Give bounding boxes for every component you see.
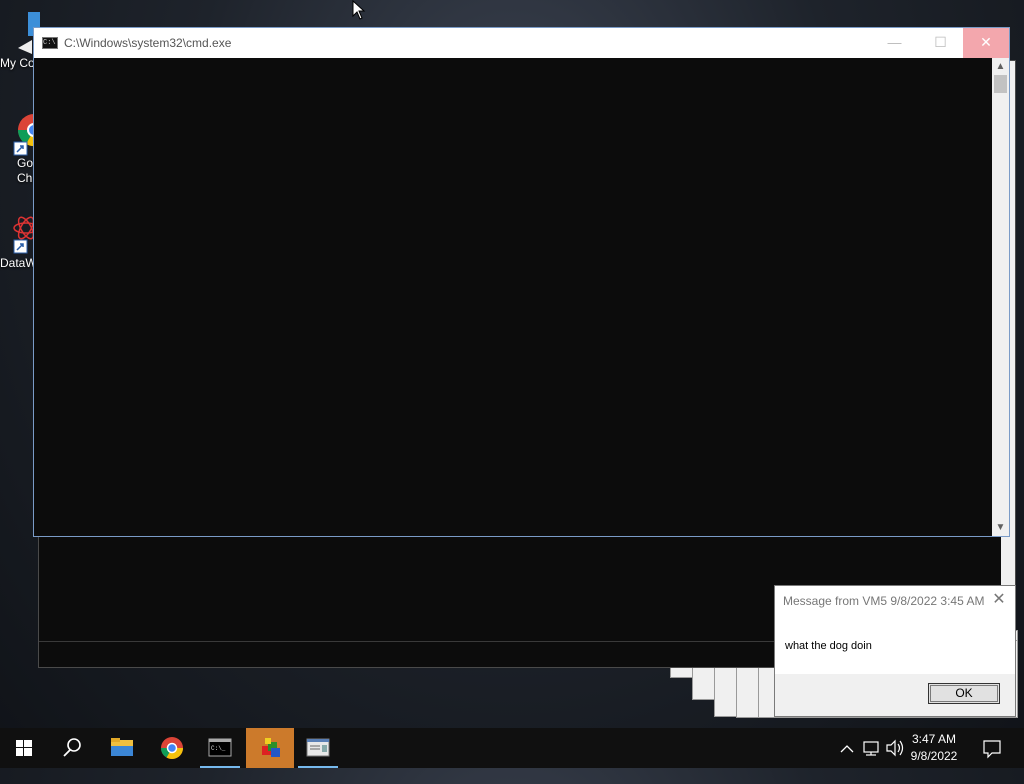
chrome-taskbar-button[interactable] (148, 728, 196, 768)
notification-icon (983, 740, 1001, 759)
file-explorer-icon (111, 738, 133, 756)
cmd-icon: C:\_ (208, 738, 232, 757)
close-button[interactable]: ✕ (963, 28, 1009, 58)
scroll-thumb[interactable] (994, 75, 1007, 93)
cmd-icon: C:\ (42, 37, 58, 49)
message-text: what the dog doin (785, 640, 872, 652)
clock[interactable]: 3:47 AM 9/8/2022 (904, 731, 964, 765)
network-icon (863, 741, 879, 756)
mouse-cursor-icon (352, 0, 366, 20)
taskbar: C:\_ 3:47 AM 9/8/2022 (0, 728, 1024, 768)
console-output[interactable] (34, 58, 992, 536)
svg-text:C:\_: C:\_ (211, 745, 226, 752)
maximize-button[interactable]: ☐ (918, 28, 963, 58)
minimize-button[interactable]: — (872, 28, 917, 58)
windows-start-icon (16, 740, 32, 756)
show-hidden-icons-button[interactable] (838, 728, 856, 768)
app-cube-icon (262, 738, 280, 757)
vertical-scrollbar[interactable]: ▲ ▼ (992, 58, 1009, 536)
start-button[interactable] (0, 728, 48, 768)
scroll-down-icon[interactable]: ▼ (992, 519, 1009, 536)
volume-button[interactable] (884, 728, 906, 768)
clock-time: 3:47 AM (911, 732, 957, 746)
speaker-icon (886, 739, 904, 757)
action-center-button[interactable] (980, 728, 1004, 768)
cmd-taskbar-button[interactable]: C:\_ (196, 728, 244, 768)
ok-button[interactable]: OK (928, 683, 1000, 704)
search-icon (63, 738, 81, 757)
cmd-window[interactable]: C:\ C:\Windows\system32\cmd.exe — ☐ ✕ ▲ … (33, 27, 1010, 537)
dialog-footer: OK (775, 674, 1015, 716)
dialog-title: Message from VM5 9/8/2022 3:45 AM (783, 594, 985, 608)
message-taskbar-button[interactable] (294, 728, 342, 768)
window-title: C:\Windows\system32\cmd.exe (64, 36, 232, 50)
close-icon[interactable]: ✕ (989, 590, 1009, 610)
network-button[interactable] (860, 728, 882, 768)
file-explorer-button[interactable] (98, 728, 146, 768)
search-button[interactable] (48, 728, 96, 768)
message-dialog[interactable]: Message from VM5 9/8/2022 3:45 AM ✕ what… (774, 585, 1016, 717)
app-cube-taskbar-button[interactable] (246, 728, 294, 768)
chevron-up-icon (840, 745, 854, 753)
clock-date: 9/8/2022 (910, 749, 958, 763)
chrome-icon (161, 737, 183, 759)
message-app-icon (306, 738, 330, 757)
scroll-up-icon[interactable]: ▲ (992, 58, 1009, 75)
title-bar[interactable]: C:\ C:\Windows\system32\cmd.exe — ☐ ✕ (34, 28, 1009, 58)
